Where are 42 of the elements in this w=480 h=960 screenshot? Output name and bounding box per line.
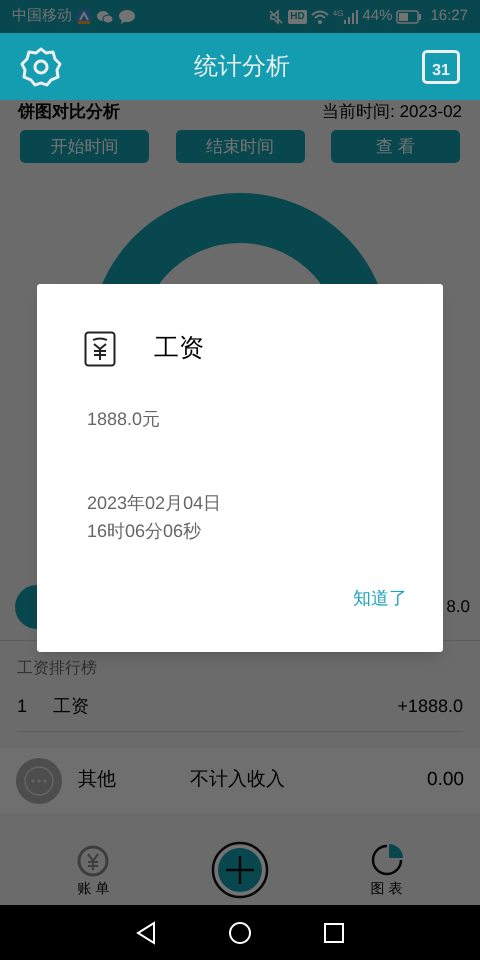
add-button[interactable] bbox=[210, 841, 269, 899]
rank-number: 1 bbox=[17, 694, 28, 718]
section-heading: 饼图对比分析 bbox=[18, 101, 120, 124]
signal-icon bbox=[344, 10, 358, 24]
back-icon[interactable] bbox=[135, 920, 158, 944]
time-text: 16时06分06秒 bbox=[86, 520, 202, 542]
network-type: 4G bbox=[332, 10, 344, 18]
category-note: 不计入收入 bbox=[190, 768, 286, 792]
battery-icon bbox=[396, 10, 422, 24]
app-icon bbox=[76, 8, 92, 24]
hd-badge: HD bbox=[288, 10, 307, 24]
wifi-icon bbox=[310, 10, 329, 24]
dialog-title: 工资 bbox=[154, 333, 204, 364]
nav-label[interactable]: 账 单 bbox=[77, 878, 110, 898]
clock: 16:27 bbox=[430, 6, 468, 26]
date-text: 2023年02月04日 bbox=[86, 492, 222, 514]
nav-label[interactable]: 图 表 bbox=[370, 878, 403, 898]
category-name: 其他 bbox=[78, 768, 117, 792]
home-icon[interactable] bbox=[228, 920, 252, 944]
settings-icon[interactable] bbox=[20, 46, 62, 88]
amount: 0.00 bbox=[427, 768, 464, 792]
recent-apps-icon[interactable] bbox=[322, 922, 345, 944]
amount-text: 1888.0元 bbox=[86, 408, 162, 430]
carrier-name: 中国移动 bbox=[12, 6, 72, 26]
amount: 8.0 bbox=[446, 596, 470, 618]
ranking-title: 工资排行榜 bbox=[16, 658, 98, 679]
action-button[interactable]: 结束时间 bbox=[176, 130, 304, 163]
screen-title: 统计分析 bbox=[194, 52, 290, 82]
ok-button[interactable]: 知道了 bbox=[351, 584, 409, 612]
battery-percent: 44% bbox=[362, 6, 392, 26]
current-time: 当前时间: 2023-02 bbox=[322, 101, 462, 124]
more-icon bbox=[16, 758, 62, 804]
mute-icon bbox=[268, 8, 284, 24]
chat-icon bbox=[96, 8, 114, 24]
action-button[interactable]: 开始时间 bbox=[20, 130, 149, 163]
action-button[interactable]: 查 看 bbox=[331, 130, 460, 163]
message-icon bbox=[118, 8, 136, 24]
category-name: 工资 bbox=[53, 694, 90, 718]
category-row[interactable]: 其他 不计入收入 0.00 bbox=[0, 748, 480, 813]
amount: +1888.0 bbox=[397, 694, 463, 718]
receipt-icon bbox=[84, 330, 116, 367]
calendar-icon[interactable]: 31 bbox=[422, 50, 460, 84]
